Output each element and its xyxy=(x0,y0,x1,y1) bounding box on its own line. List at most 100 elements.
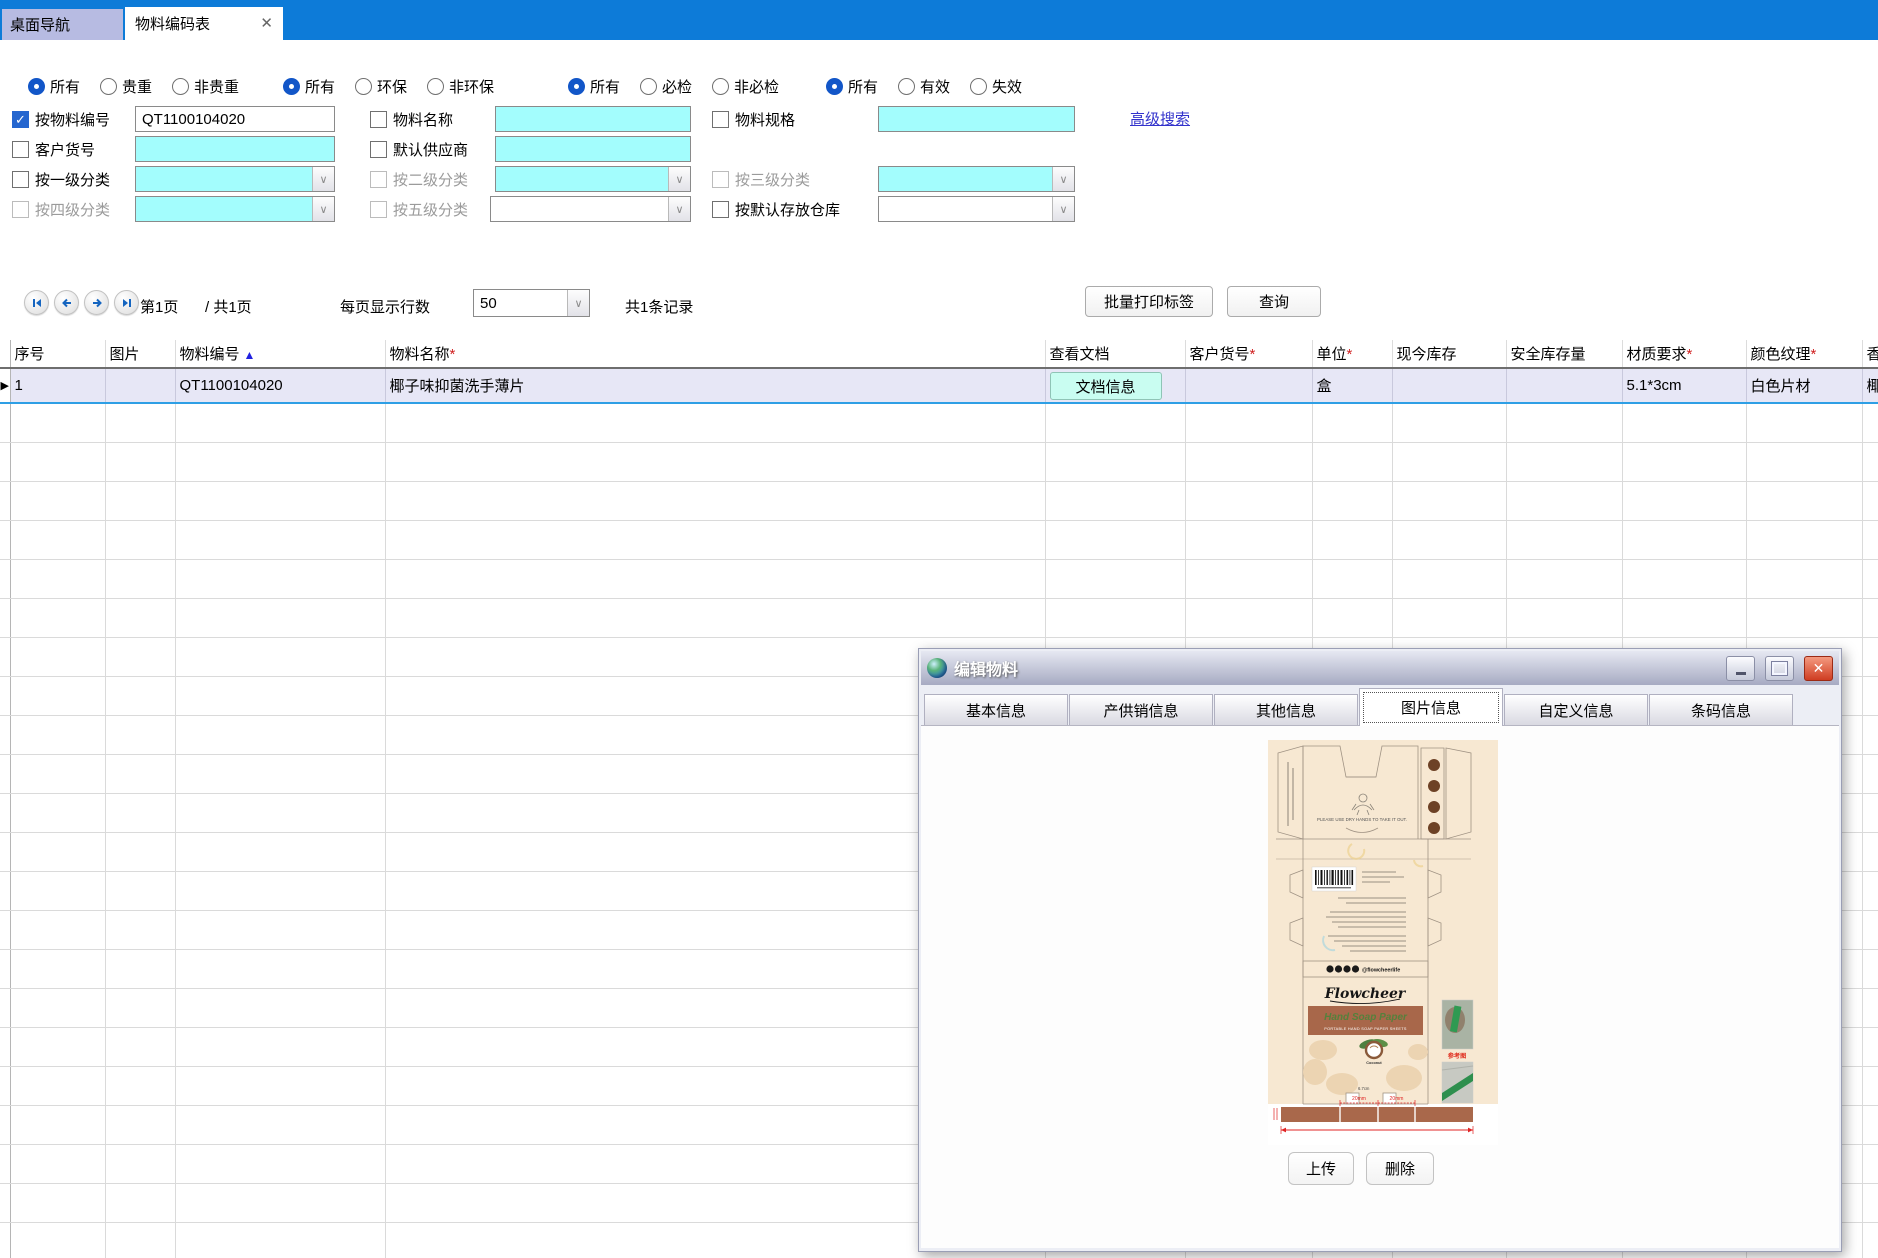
doc-info-button[interactable]: 文档信息 xyxy=(1050,372,1162,400)
filter-material-code: ✓ 按物料编号 xyxy=(12,109,110,130)
class4-select[interactable]: ∨ xyxy=(135,196,335,222)
row-marker-header xyxy=(0,340,10,368)
close-tab-icon[interactable]: ✕ xyxy=(260,16,273,31)
radio-invalid[interactable]: 失效 xyxy=(970,76,1022,97)
minimize-button[interactable] xyxy=(1726,656,1755,681)
col-seq[interactable]: 序号 xyxy=(10,340,105,368)
cell-unit: 盒 xyxy=(1312,368,1392,403)
class1-select[interactable]: ∨ xyxy=(135,166,335,192)
delete-button[interactable]: 删除 xyxy=(1366,1152,1434,1185)
col-stock[interactable]: 现今库存 xyxy=(1392,340,1506,368)
class1-checkbox[interactable] xyxy=(12,171,29,188)
chevron-down-icon[interactable]: ∨ xyxy=(668,197,690,221)
cell-seq: 1 xyxy=(10,368,105,403)
chevron-down-icon[interactable]: ∨ xyxy=(312,197,334,221)
cell-material-req: 5.1*3cm xyxy=(1622,368,1746,403)
default-warehouse-checkbox[interactable] xyxy=(712,201,729,218)
chevron-down-icon[interactable]: ∨ xyxy=(1052,197,1074,221)
query-button[interactable]: 查询 xyxy=(1227,286,1321,317)
tab-supply-info[interactable]: 产供销信息 xyxy=(1069,694,1213,725)
last-page-button[interactable] xyxy=(114,290,139,315)
default-supplier-input[interactable] xyxy=(495,136,691,162)
radio-eco[interactable]: 环保 xyxy=(355,76,407,97)
col-view-doc[interactable]: 查看文档 xyxy=(1045,340,1185,368)
chevron-down-icon[interactable]: ∨ xyxy=(567,290,589,316)
radio-no-inspect[interactable]: 非必检 xyxy=(712,76,779,97)
filter-class3: 按三级分类 xyxy=(712,169,810,190)
col-image[interactable]: 图片 xyxy=(105,340,175,368)
tab-image-info[interactable]: 图片信息 xyxy=(1359,688,1503,726)
tab-basic-info[interactable]: 基本信息 xyxy=(924,694,1068,725)
advanced-search-link[interactable]: 高级搜索 xyxy=(1130,108,1190,129)
chevron-down-icon[interactable]: ∨ xyxy=(668,167,690,191)
product-banner: Hand Soap Paper PORTABLE HAND SOAP PAPER… xyxy=(1308,1006,1423,1035)
first-page-button[interactable] xyxy=(24,290,49,315)
cell-safe-stock xyxy=(1506,368,1622,403)
class2-select[interactable]: ∨ xyxy=(495,166,691,192)
radio-valid[interactable]: 有效 xyxy=(898,76,950,97)
col-scent[interactable]: 香味* xyxy=(1862,340,1878,368)
col-safe-stock[interactable]: 安全库存量 xyxy=(1506,340,1622,368)
tab-custom-info[interactable]: 自定义信息 xyxy=(1504,694,1648,725)
default-warehouse-select[interactable]: ∨ xyxy=(878,196,1075,222)
cell-color-texture: 白色片材 xyxy=(1746,368,1862,403)
filter-default-supplier: 默认供应商 xyxy=(370,139,468,160)
chevron-down-icon[interactable]: ∨ xyxy=(312,167,334,191)
customer-no-checkbox[interactable] xyxy=(12,141,29,158)
material-code-checkbox[interactable]: ✓ xyxy=(12,111,29,128)
class2-checkbox[interactable] xyxy=(370,171,387,188)
class3-checkbox[interactable] xyxy=(712,171,729,188)
material-name-input[interactable] xyxy=(495,106,691,132)
reference-photo-2 xyxy=(1442,1062,1473,1103)
radio-on-icon[interactable] xyxy=(28,78,45,95)
minimize-icon xyxy=(1736,672,1746,675)
class5-select[interactable]: ∨ xyxy=(490,196,691,222)
radio-must-inspect[interactable]: 必检 xyxy=(640,76,692,97)
dialog-title-bar[interactable]: 编辑物料 ✕ xyxy=(921,651,1839,685)
radio-precious[interactable]: 贵重 xyxy=(100,76,152,97)
close-button[interactable]: ✕ xyxy=(1804,656,1833,681)
next-page-button[interactable] xyxy=(84,290,109,315)
batch-print-button[interactable]: 批量打印标签 xyxy=(1085,286,1213,317)
brand-logo: Flowcheer xyxy=(1324,986,1407,1002)
col-material-name[interactable]: 物料名称* xyxy=(385,340,1045,368)
material-spec-checkbox[interactable] xyxy=(712,111,729,128)
tab-desktop-nav[interactable]: 桌面导航 xyxy=(2,9,123,40)
tab-material-code-table[interactable]: 物料编码表 ✕ xyxy=(125,7,283,40)
check-icon: ✓ xyxy=(15,113,26,126)
class3-select[interactable]: ∨ xyxy=(878,166,1075,192)
col-unit[interactable]: 单位* xyxy=(1312,340,1392,368)
default-supplier-checkbox[interactable] xyxy=(370,141,387,158)
radio-inspect-all[interactable]: 所有 xyxy=(568,76,620,97)
col-customer-no[interactable]: 客户货号* xyxy=(1185,340,1312,368)
col-material-req[interactable]: 材质要求* xyxy=(1622,340,1746,368)
chevron-down-icon[interactable]: ∨ xyxy=(1052,167,1074,191)
radio-valid-all[interactable]: 所有 xyxy=(826,76,878,97)
class4-checkbox[interactable] xyxy=(12,201,29,218)
tab-other-info[interactable]: 其他信息 xyxy=(1214,694,1358,725)
rows-per-page-select[interactable]: 50 ∨ xyxy=(473,289,590,317)
barcode xyxy=(1312,867,1356,891)
col-color-texture[interactable]: 颜色纹理* xyxy=(1746,340,1862,368)
upload-button[interactable]: 上传 xyxy=(1288,1152,1354,1185)
radio-not-precious[interactable]: 非贵重 xyxy=(172,76,239,97)
maximize-button[interactable] xyxy=(1765,656,1794,681)
col-material-code[interactable]: 物料编号▲ xyxy=(175,340,385,368)
record-count-label: 共1条记录 xyxy=(625,296,693,317)
dialog-title: 编辑物料 xyxy=(954,656,1716,680)
sort-asc-icon: ▲ xyxy=(244,348,256,362)
customer-no-input[interactable] xyxy=(135,136,335,162)
class5-checkbox[interactable] xyxy=(370,201,387,218)
material-spec-input[interactable] xyxy=(878,106,1075,132)
tab-barcode-info[interactable]: 条码信息 xyxy=(1649,694,1793,725)
radio-precious-all[interactable]: 所有 xyxy=(28,76,80,97)
radio-not-eco[interactable]: 非环保 xyxy=(427,76,494,97)
row-marker-icon: ▶ xyxy=(0,368,10,403)
material-code-input[interactable] xyxy=(135,106,335,132)
table-row[interactable]: ▶ 1 QT1100104020 椰子味抑菌洗手薄片 文档信息 盒 5.1*3c… xyxy=(0,368,1878,403)
social-handle: @flowcheerlife xyxy=(1362,968,1400,974)
radio-eco-all[interactable]: 所有 xyxy=(283,76,335,97)
prev-page-button[interactable] xyxy=(54,290,79,315)
material-name-checkbox[interactable] xyxy=(370,111,387,128)
dialog-body: PLEASE USE DRY HANDS TO TAKE IT OUT. xyxy=(921,726,1839,1248)
